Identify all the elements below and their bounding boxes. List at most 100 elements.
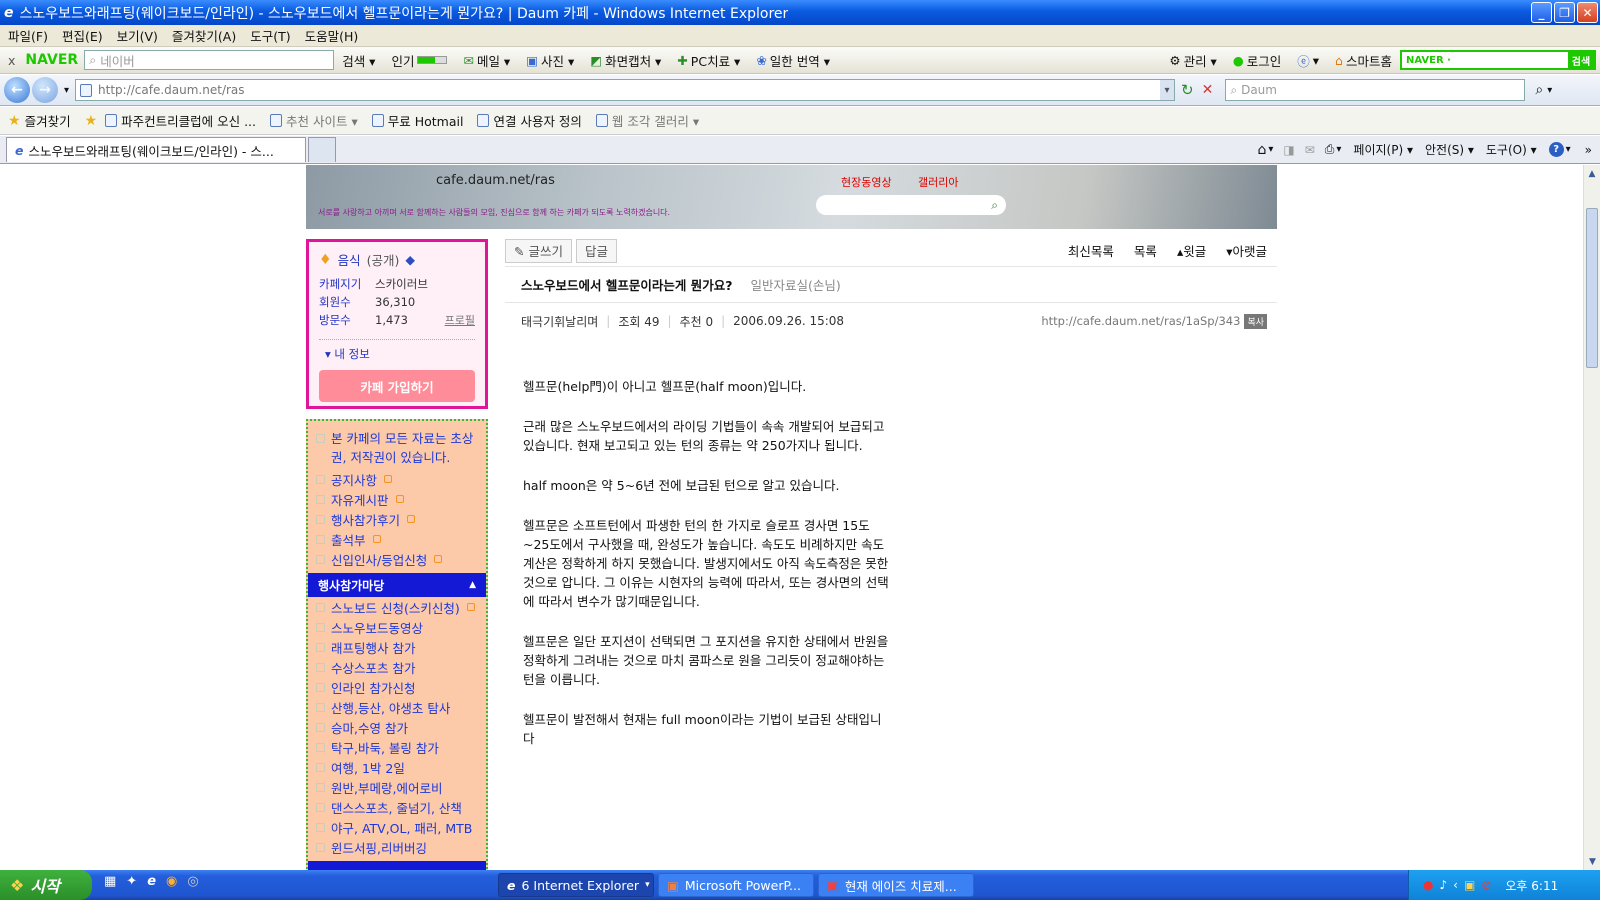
volume-icon[interactable]: ♪ [1439,878,1447,892]
article-author[interactable]: 태극기휘날리며 [521,313,598,330]
menu-item[interactable]: 출석부 [308,529,486,549]
taskbar-item-ie[interactable]: e 6 Internet Explorer ▾ [498,873,654,897]
help-dropdown[interactable]: ▾ [1566,144,1571,155]
url-input[interactable]: http://cafe.daum.net/ras ▾ [75,79,1176,101]
menu-item[interactable]: 인라인 참가신청 [308,677,486,697]
scroll-up-arrow-icon[interactable]: ▲ [1584,165,1600,182]
copy-url-button[interactable]: 복사 [1244,313,1267,329]
search-options-dropdown[interactable]: ▾ [1547,85,1552,96]
menu-item[interactable]: 여행, 1박 2일 [308,757,486,777]
refresh-icon[interactable]: ↻ [1181,81,1194,99]
fav-link-webslice[interactable]: 웹 조각 갤러리 ▾ [595,111,699,130]
menu-item[interactable]: 댄스스포츠, 줄넘기, 산책 [308,797,486,817]
tab-current[interactable]: e 스노우보드와래프팅(웨이크보드/인라인) - 스... [6,137,306,162]
page-scrollbar[interactable]: ▲ ▼ [1583,165,1600,870]
ie-options-button[interactable]: ⓔ ▾ [1297,51,1319,70]
favorites-button[interactable]: ★ 즐겨찾기 [8,111,71,130]
gallery-link[interactable]: 갤러리아 [918,174,958,190]
menu-item[interactable]: 탁구,바둑, 볼링 참가 [308,737,486,757]
menu-item[interactable]: 승마,수영 참가 [308,717,486,737]
scroll-down-arrow-icon[interactable]: ▼ [1584,853,1600,870]
web-search-input[interactable]: ⌕ Daum [1225,79,1526,101]
url-dropdown[interactable]: ▾ [1160,80,1175,100]
profile-link[interactable]: 프로필 [445,312,475,328]
menu-item[interactable]: 신입인사/등업신청 [308,549,486,569]
back-button[interactable]: ← [4,77,30,103]
menu-help[interactable]: 도움말(H) [305,26,359,45]
menu-item[interactable]: 야구, ATV,OL, 패러, MTB [308,817,486,837]
pc-care-button[interactable]: ✚ PC치료 ▾ [677,51,740,70]
fav-link-hotmail[interactable]: 무료 Hotmail [371,111,463,130]
menu-item[interactable]: 스노우보드동영상 [308,617,486,637]
menu-item[interactable]: 자유게시판 [308,489,486,509]
mail-icon[interactable]: ✉ [1305,143,1315,157]
translate-button[interactable]: ❀ 일한 번역 ▾ [756,51,830,70]
scroll-thumb[interactable] [1586,208,1598,368]
menu-view[interactable]: 보기(V) [117,26,158,45]
menu-item[interactable]: 본 카페의 모든 자료는 초상권, 저작권이 있습니다. [308,429,486,469]
menu-edit[interactable]: 편집(E) [62,26,103,45]
menu-favorites[interactable]: 즐겨찾기(A) [172,26,236,45]
menu-item[interactable]: 공지사항 [308,469,486,489]
print-icon[interactable]: ⎙ [1325,142,1335,157]
minimize-button[interactable]: _ [1531,2,1552,23]
home-icon[interactable]: ⌂ [1257,142,1266,158]
login-button[interactable]: ● 로그인 [1233,51,1281,70]
smarthome-button[interactable]: ⌂ 스마트홈 [1335,51,1392,70]
recent-list-link[interactable]: 최신목록 [1068,241,1114,260]
prev-post-link[interactable]: ▴윗글 [1177,241,1206,260]
cafe-search-input[interactable]: ⌕ [816,195,1006,215]
security-icon[interactable]: ⊘ [1481,878,1491,892]
safety-menu[interactable]: 안전(S) ▾ [1425,141,1474,158]
live-video-link[interactable]: 현장동영상 [841,174,892,190]
feeds-icon[interactable]: ◨ [1283,143,1294,157]
reply-button[interactable]: 답글 [575,238,617,263]
manage-button[interactable]: ⚙ 관리 ▾ [1169,51,1216,70]
menu-item[interactable]: 산행,등산, 야생초 탐사 [308,697,486,717]
history-dropdown[interactable]: ▾ [64,85,69,96]
fav-link-suggested[interactable]: 추천 사이트 ▾ [270,111,358,130]
capture-button[interactable]: ◩ 화면캡처 ▾ [590,51,661,70]
collapse-arrow-icon[interactable]: ▲ [469,580,476,590]
article-board[interactable]: 일반자료실(손님) [750,275,840,294]
menu-item[interactable]: 원반,부메랑,에어로비 [308,777,486,797]
ie-launch-icon[interactable]: e [147,874,156,889]
taskbar-item-powerpoint[interactable]: ▣ Microsoft PowerP... [658,873,814,897]
ime-icon[interactable]: ● [1423,878,1433,892]
my-info-toggle[interactable]: ▾ 내 정보 [325,346,475,362]
help-icon[interactable]: ? [1548,142,1564,157]
tray-arrow-icon[interactable]: ‹ [1453,878,1458,892]
desktop-icon[interactable]: ▦ [104,874,116,889]
menu-item[interactable]: 스노보드 신청(스키신청) [308,597,486,617]
add-favorite-icon[interactable]: ★ [85,113,98,129]
home-dropdown[interactable]: ▾ [1268,144,1273,155]
chevron-more-icon[interactable]: » [1585,143,1592,157]
list-link[interactable]: 목록 [1134,241,1157,260]
naver-search-input[interactable]: ⌕ 네이버 [84,50,335,70]
network-icon[interactable]: ▣ [1464,878,1475,892]
join-cafe-button[interactable]: 카페 가입하기 [319,370,475,402]
media-launch-icon[interactable]: ◎ [187,874,198,889]
search-go-icon[interactable]: ⌕ [1535,82,1543,98]
tools-menu[interactable]: 도구(O) ▾ [1486,141,1537,158]
write-button[interactable]: ✎ 글쓰기 [505,238,572,263]
naver-right-search-button[interactable]: 검색 [1568,52,1594,68]
new-tab-button[interactable] [308,137,336,162]
toolbar-close-icon[interactable]: x [8,53,15,68]
forward-button[interactable]: → [32,77,58,103]
next-post-link[interactable]: ▾아랫글 [1226,241,1267,260]
photo-button[interactable]: ▣ 사진 ▾ [526,51,574,70]
menu-section-header[interactable]: 행사참가마당 ▲ [308,573,486,597]
menu-item[interactable]: 윈드서핑,리버버깅 [308,837,486,857]
menu-tools[interactable]: 도구(T) [250,26,290,45]
launcher-icon[interactable]: ✦ [126,874,137,889]
menu-item[interactable]: 래프팅행사 참가 [308,637,486,657]
page-menu[interactable]: 페이지(P) ▾ [1353,141,1413,158]
naver-search-button[interactable]: 검색 ▾ [342,51,375,70]
popular-button[interactable]: 인기 [391,51,448,70]
browser-launch-icon[interactable]: ◉ [166,874,177,889]
fav-link-paju[interactable]: 파주컨트리클럽에 오신 ... [105,111,256,130]
mail-button[interactable]: ✉ 메일 ▾ [463,51,510,70]
info-value[interactable]: 스카이러브 [375,276,428,292]
taskbar-item-doc[interactable]: ▣ 현재 에이즈 치료제... [818,873,974,897]
